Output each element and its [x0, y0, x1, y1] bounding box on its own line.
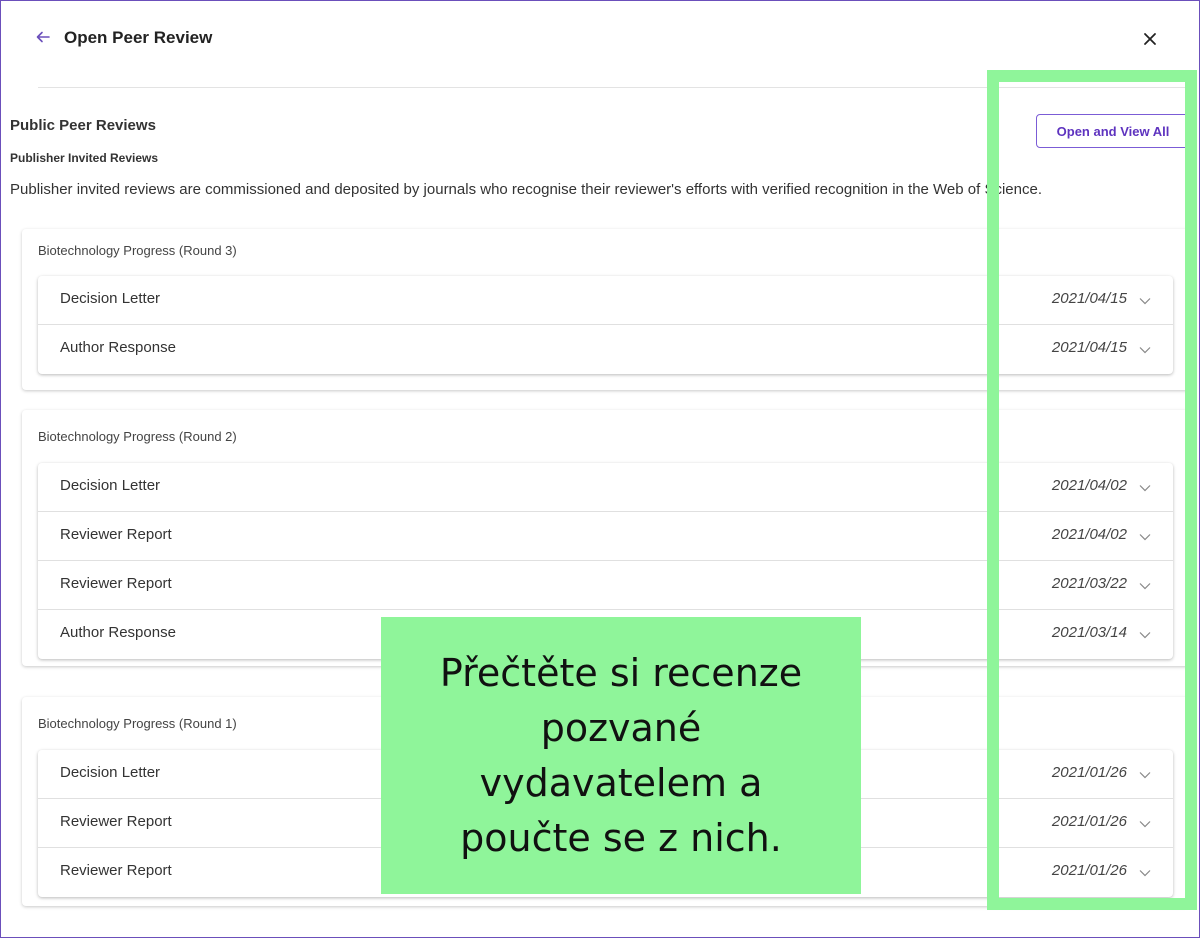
panel-header: Open Peer Review	[0, 0, 1202, 80]
review-item-date: 2021/01/26	[1051, 862, 1127, 879]
review-item[interactable]: Reviewer Report 2021/04/02	[38, 512, 1173, 561]
round-card: Biotechnology Progress (Round 3) Decisio…	[22, 229, 1190, 390]
review-item-label: Reviewer Report	[60, 862, 172, 879]
review-item-date: 2021/03/14	[1051, 624, 1127, 641]
chevron-down-icon[interactable]	[1139, 484, 1151, 492]
review-item-date: 2021/01/26	[1051, 764, 1127, 781]
callout-note: Přečtěte si recenze pozvané vydavatelem …	[381, 617, 861, 894]
review-item-label: Author Response	[60, 624, 176, 641]
arrow-left-icon[interactable]	[35, 29, 51, 45]
chevron-down-icon[interactable]	[1139, 631, 1151, 639]
review-item-date: 2021/04/15	[1051, 290, 1127, 307]
review-item-date: 2021/04/02	[1051, 477, 1127, 494]
review-item[interactable]: Reviewer Report 2021/03/22	[38, 561, 1173, 610]
review-item-date: 2021/04/02	[1051, 526, 1127, 543]
review-item-label: Decision Letter	[60, 290, 161, 307]
chevron-down-icon[interactable]	[1139, 297, 1151, 305]
review-item-label: Decision Letter	[60, 477, 161, 494]
review-item-label: Reviewer Report	[60, 575, 172, 592]
review-item-date: 2021/01/26	[1051, 813, 1127, 830]
chevron-down-icon[interactable]	[1139, 533, 1151, 541]
review-item[interactable]: Decision Letter 2021/04/02	[38, 463, 1173, 512]
chevron-down-icon[interactable]	[1139, 771, 1151, 779]
round-title: Biotechnology Progress (Round 3)	[38, 243, 237, 258]
section-description: Publisher invited reviews are commission…	[10, 181, 1042, 198]
chevron-down-icon[interactable]	[1139, 346, 1151, 354]
chevron-down-icon[interactable]	[1139, 582, 1151, 590]
review-item-date: 2021/03/22	[1051, 575, 1127, 592]
subsection-title: Publisher Invited Reviews	[10, 151, 159, 165]
page-title: Open Peer Review	[64, 28, 213, 47]
review-item-date: 2021/04/15	[1051, 339, 1127, 356]
close-icon[interactable]	[1143, 32, 1157, 46]
chevron-down-icon[interactable]	[1139, 820, 1151, 828]
round-title: Biotechnology Progress (Round 1)	[38, 716, 237, 731]
section-title: Public Peer Reviews	[10, 117, 156, 134]
review-item[interactable]: Decision Letter 2021/04/15	[38, 276, 1173, 325]
review-item-label: Reviewer Report	[60, 813, 172, 830]
review-list: Decision Letter 2021/04/15 Author Response…	[38, 276, 1173, 374]
open-and-view-all-button[interactable]: Open and View All	[1036, 114, 1190, 148]
review-item-label: Decision Letter	[60, 764, 161, 781]
round-title: Biotechnology Progress (Round 2)	[38, 429, 237, 444]
chevron-down-icon[interactable]	[1139, 869, 1151, 877]
review-item-label: Author Response	[60, 339, 176, 356]
review-item-label: Reviewer Report	[60, 526, 172, 543]
header-divider	[38, 87, 1188, 88]
review-item[interactable]: Author Response 2021/04/15	[38, 325, 1173, 374]
